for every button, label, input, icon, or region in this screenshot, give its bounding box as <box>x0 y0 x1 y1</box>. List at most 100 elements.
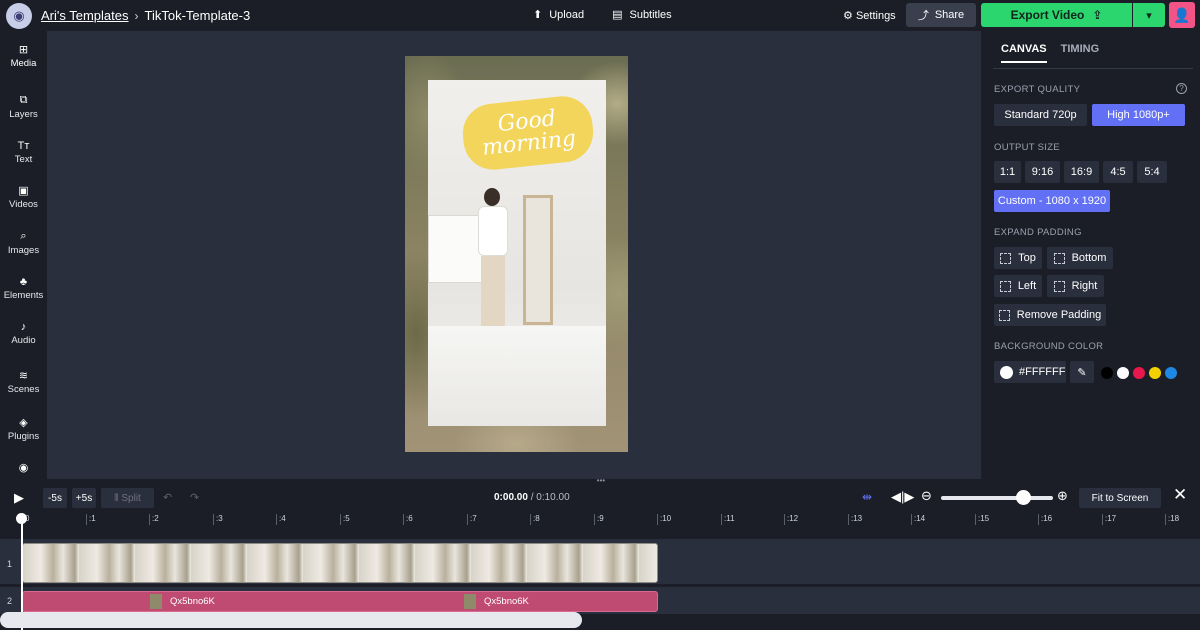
panel-tabs: CANVAS TIMING <box>1001 43 1099 63</box>
ruler-tick: :6 <box>403 514 413 525</box>
elements-icon: ♣ <box>19 276 28 288</box>
workspace-avatar-icon[interactable]: ◉ <box>6 3 32 29</box>
breadcrumb-separator-icon: › <box>134 8 139 23</box>
settings-button[interactable]: ⚙ Settings <box>843 9 896 22</box>
custom-size-button[interactable]: Custom - 1080 x 1920 <box>994 190 1110 212</box>
audio-clip[interactable]: Qx5bno6K Qx5bno6K <box>22 591 658 612</box>
zoom-in-button[interactable]: ⊕ <box>1057 488 1068 504</box>
project-title[interactable]: TikTok-Template-3 <box>145 8 251 23</box>
videos-icon: ▣ <box>18 185 29 197</box>
search-icon: ⌕ <box>20 230 27 242</box>
scenes-icon: ≋ <box>18 370 29 382</box>
sidebar-item-layers[interactable]: ⧉ Layers <box>0 94 47 120</box>
sidebar-item-media[interactable]: ⊞ Media <box>0 43 47 69</box>
export-options-button[interactable]: ▾ <box>1133 3 1165 27</box>
timeline-resize-handle[interactable]: ••• <box>596 477 606 485</box>
undo-button[interactable]: ↶ <box>163 491 172 504</box>
sidebar-item-plugins[interactable]: ◈ Plugins <box>0 416 47 442</box>
zoom-in-icon: ⊕ <box>1057 488 1068 503</box>
swatch-yellow[interactable] <box>1149 367 1161 379</box>
upload-button[interactable]: ⬆ Upload <box>533 8 584 21</box>
video-clip[interactable] <box>22 543 658 583</box>
size-5-4-button[interactable]: 5:4 <box>1137 161 1167 183</box>
swatch-white[interactable] <box>1117 367 1129 379</box>
quality-high-button[interactable]: High 1080p+ <box>1092 104 1185 126</box>
redo-button[interactable]: ↷ <box>190 491 199 504</box>
skip-back-button[interactable]: -5s <box>43 488 67 508</box>
music-note-icon: ♪ <box>20 321 27 333</box>
tab-canvas[interactable]: CANVAS <box>1001 43 1047 63</box>
audio-clip-label: Qx5bno6K <box>484 596 529 607</box>
audio-clip-thumbnail <box>150 594 162 609</box>
ruler-tick: :12 <box>784 514 798 525</box>
expand-padding-heading: EXPAND PADDING <box>994 227 1082 238</box>
zoom-out-button[interactable]: ⊖ <box>921 488 932 504</box>
split-view-button[interactable]: ◀|▶ <box>891 489 914 505</box>
export-icon: ⇪ <box>1092 8 1103 22</box>
video-canvas[interactable]: Good morning <box>405 56 628 452</box>
quality-standard-button[interactable]: Standard 720p <box>994 104 1087 126</box>
remove-padding-button[interactable]: Remove Padding <box>994 304 1106 326</box>
size-16-9-button[interactable]: 16:9 <box>1064 161 1099 183</box>
playhead-handle[interactable] <box>16 513 27 524</box>
fit-to-screen-button[interactable]: Fit to Screen <box>1079 488 1161 508</box>
close-timeline-button[interactable]: ✕ <box>1173 485 1187 505</box>
split-view-icon: ◀|▶ <box>891 489 915 504</box>
user-avatar[interactable]: 👤 <box>1169 2 1195 28</box>
user-icon: 👤 <box>1173 6 1191 23</box>
sidebar-item-text[interactable]: Tт Text <box>0 140 47 165</box>
swatch-red[interactable] <box>1133 367 1145 379</box>
subtitles-icon: ▤ <box>612 9 623 21</box>
size-9-16-button[interactable]: 9:16 <box>1025 161 1060 183</box>
tab-timing[interactable]: TIMING <box>1061 43 1100 63</box>
swatch-black[interactable] <box>1101 367 1113 379</box>
top-bar: ◉ Ari's Templates › TikTok-Template-3 ⬆ U… <box>0 0 1200 31</box>
dashed-box-icon <box>1053 280 1065 292</box>
timeline-ruler[interactable]: 0 :1 :2 :3 :4 :5 :6 :7 :8 :9 :10 :11 :12… <box>22 512 1200 526</box>
zoom-slider-track[interactable] <box>941 496 1053 500</box>
pad-top-button[interactable]: Top <box>994 247 1042 269</box>
sidebar-item-scenes[interactable]: ≋ Scenes <box>0 369 47 395</box>
time-display: 0:00.00 / 0:10.00 <box>494 492 570 503</box>
media-icon: ⊞ <box>18 44 29 56</box>
breadcrumb: Ari's Templates › TikTok-Template-3 <box>41 8 250 23</box>
dashed-box-icon <box>1053 252 1065 264</box>
pad-right-button[interactable]: Right <box>1047 275 1104 297</box>
track-number: 2 <box>7 596 13 606</box>
breadcrumb-templates-link[interactable]: Ari's Templates <box>41 8 129 23</box>
share-button[interactable]: ⤴ Share <box>906 3 976 27</box>
size-4-5-button[interactable]: 4:5 <box>1103 161 1133 183</box>
swatch-blue[interactable] <box>1165 367 1177 379</box>
ruler-tick: :9 <box>594 514 604 525</box>
ruler-tick: :8 <box>530 514 540 525</box>
timeline-scrollbar[interactable] <box>0 612 582 628</box>
background-color-picker[interactable]: #FFFFFF <box>994 361 1066 383</box>
split-button[interactable]: ⦀ Split <box>101 488 154 508</box>
pad-left-button[interactable]: Left <box>994 275 1042 297</box>
sidebar-item-audio[interactable]: ♪ Audio <box>0 321 47 346</box>
pad-bottom-button[interactable]: Bottom <box>1047 247 1113 269</box>
zoom-slider-knob[interactable] <box>1016 490 1031 505</box>
export-video-button[interactable]: Export Video ⇪ <box>981 3 1132 27</box>
skip-forward-button[interactable]: +5s <box>72 488 96 508</box>
bed-image <box>428 326 606 426</box>
ruler-tick: :16 <box>1038 514 1052 525</box>
sidebar-item-images[interactable]: ⌕ Images <box>0 230 47 256</box>
help-icon[interactable]: ? <box>1176 83 1187 94</box>
play-button[interactable]: ▶ <box>14 490 24 506</box>
ruler-tick: :4 <box>276 514 286 525</box>
sidebar-item-videos[interactable]: ▣ Videos <box>0 184 47 210</box>
subtitles-button[interactable]: ▤ Subtitles <box>612 8 672 21</box>
size-1-1-button[interactable]: 1:1 <box>994 161 1021 183</box>
sidebar-item-more[interactable]: ◉ <box>0 461 47 476</box>
left-sidebar: ⊞ Media ⧉ Layers Tт Text ▣ Videos ⌕ Images ♣ E… <box>0 31 47 479</box>
eyedropper-icon: ✎ <box>1077 366 1087 379</box>
tabs-divider <box>993 68 1193 69</box>
output-size-heading: OUTPUT SIZE <box>994 142 1060 153</box>
eyedropper-button[interactable]: ✎ <box>1070 361 1094 383</box>
ruler-tick: :7 <box>467 514 477 525</box>
sidebar-item-elements[interactable]: ♣ Elements <box>0 276 47 301</box>
ruler-tick: :17 <box>1102 514 1116 525</box>
export-quality-heading: EXPORT QUALITY <box>994 84 1081 95</box>
snap-toggle-button[interactable]: ⇹ <box>862 490 872 504</box>
